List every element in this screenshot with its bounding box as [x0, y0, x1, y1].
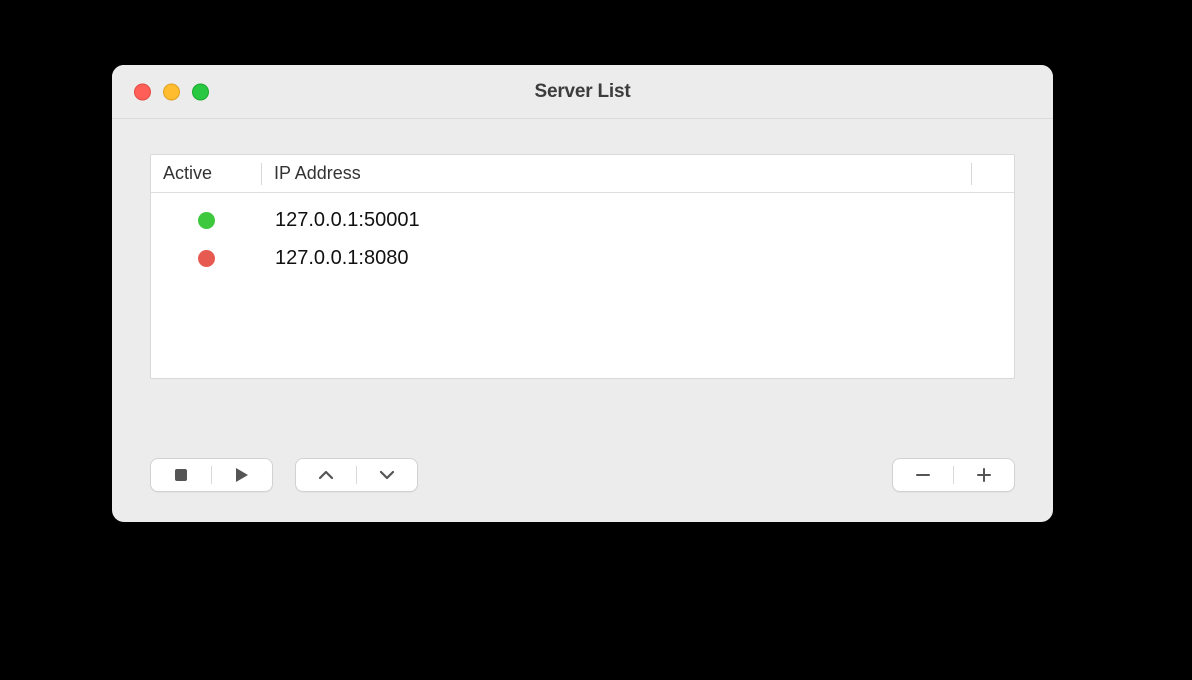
server-list-window: Server List Active IP Address: [112, 65, 1053, 522]
fullscreen-icon[interactable]: [192, 83, 209, 100]
table-row[interactable]: 127.0.0.1:50001: [151, 201, 1014, 239]
table-body: 127.0.0.1:50001 127.0.0.1:8080: [151, 193, 1014, 285]
plus-icon: [976, 467, 992, 483]
table-header: Active IP Address: [151, 155, 1014, 193]
column-header-active[interactable]: Active: [151, 155, 261, 192]
server-table: Active IP Address 127.0.0.1:50001: [150, 154, 1015, 379]
remove-button[interactable]: [893, 459, 953, 491]
status-cell: [151, 212, 261, 229]
column-header-label: IP Address: [274, 163, 361, 184]
toolbar-left-group: [150, 458, 418, 492]
play-icon: [235, 467, 249, 483]
traffic-lights: [134, 83, 209, 100]
minimize-icon[interactable]: [163, 83, 180, 100]
playback-segment: [150, 458, 273, 492]
window-title: Server List: [112, 81, 1053, 103]
chevron-up-icon: [318, 469, 334, 481]
add-remove-segment: [892, 458, 1015, 492]
ip-cell: 127.0.0.1:50001: [261, 209, 1014, 232]
toolbar-right-group: [892, 458, 1015, 492]
content-area: Active IP Address 127.0.0.1:50001: [112, 119, 1053, 412]
status-cell: [151, 250, 261, 267]
ip-cell: 127.0.0.1:8080: [261, 247, 1014, 270]
column-header-label: Active: [163, 163, 212, 184]
minus-icon: [915, 467, 931, 483]
reorder-segment: [295, 458, 418, 492]
bottom-toolbar: [112, 412, 1053, 522]
table-row[interactable]: 127.0.0.1:8080: [151, 239, 1014, 277]
add-button[interactable]: [954, 459, 1014, 491]
move-up-button[interactable]: [296, 459, 356, 491]
stop-button[interactable]: [151, 459, 211, 491]
move-down-button[interactable]: [357, 459, 417, 491]
column-header-blank: [972, 155, 1014, 192]
status-dot-active-icon: [198, 212, 215, 229]
stop-icon: [174, 468, 188, 482]
play-button[interactable]: [212, 459, 272, 491]
status-dot-inactive-icon: [198, 250, 215, 267]
column-header-ip[interactable]: IP Address: [262, 155, 971, 192]
chevron-down-icon: [379, 469, 395, 481]
titlebar: Server List: [112, 65, 1053, 119]
close-icon[interactable]: [134, 83, 151, 100]
